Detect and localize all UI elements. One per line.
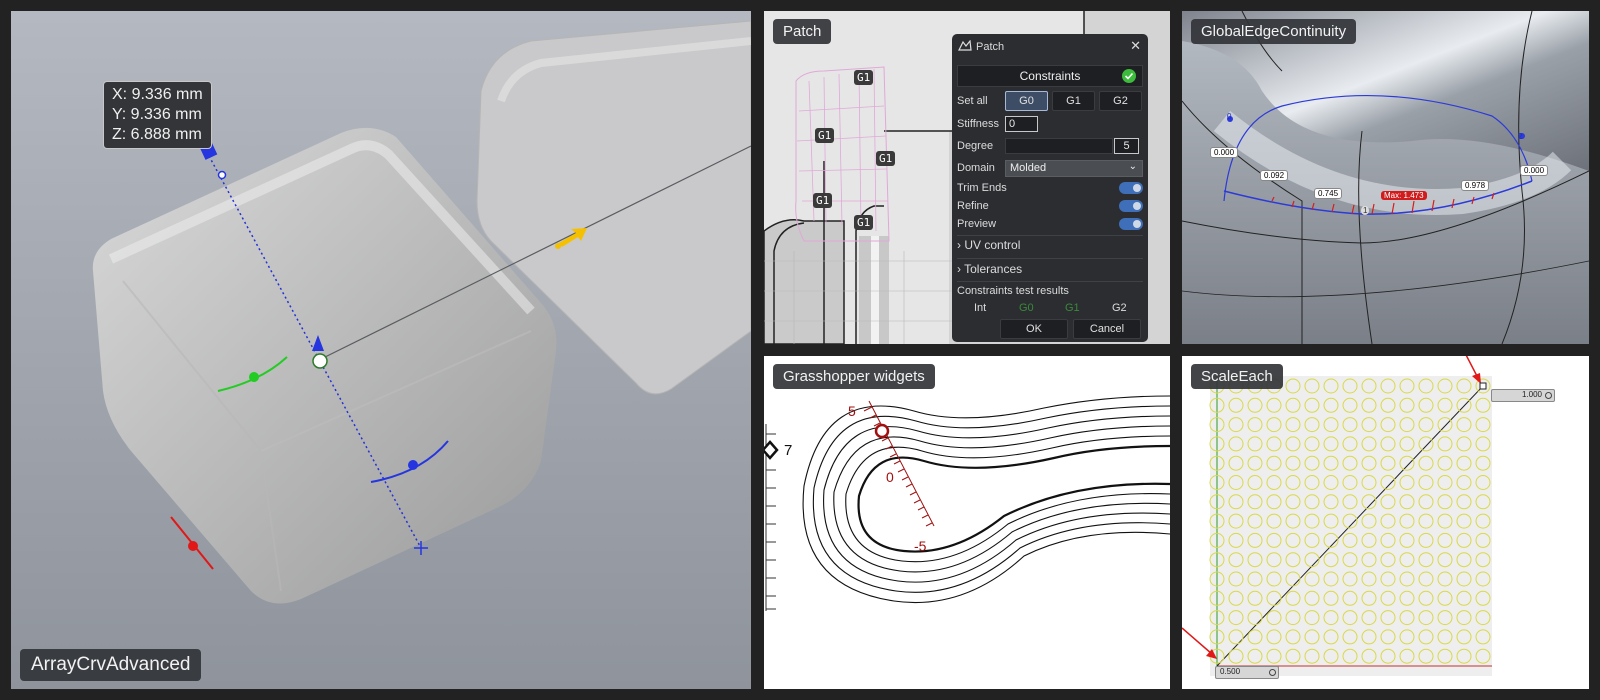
preview-toggle[interactable] [1119,218,1143,230]
ruler-label: -5 [914,538,927,554]
continuity-value: 0.092 [1260,170,1289,181]
coord-x: X: 9.336 mm [112,86,203,103]
gec-scene [1182,11,1589,344]
divider [957,235,1143,236]
scale-top-slider[interactable]: 1.000 [1491,389,1555,402]
constraints-label: Constraints [1019,69,1081,83]
array-crv-viewport[interactable]: X: 9.336 mm Y: 9.336 mm Z: 6.888 mm Arra… [11,11,751,689]
slider-knob-icon [1269,669,1276,676]
g1-tag[interactable]: G1 [876,151,896,166]
global-edge-continuity-viewport[interactable]: GlobalEdgeContinuity 0 1 2 0.000 0.092 0… [1182,11,1589,344]
g1-tag[interactable]: G1 [813,193,833,208]
grasshopper-widgets-viewport[interactable]: Grasshopper widgets 5 0 -5 7 [764,356,1170,689]
continuity-value: 0.000 [1210,147,1239,158]
divider [957,258,1143,259]
uv-control-expander[interactable]: › UV control [957,238,1020,252]
degree-field[interactable]: 5 [1114,138,1139,154]
domain-select[interactable]: Molded ⌄ [1005,160,1143,177]
chevron-down-icon: ⌄ [1128,161,1137,172]
result-g0: G0 [1019,302,1034,314]
end-marker: 0 [1227,112,1232,121]
set-all-g2-button[interactable]: G2 [1099,91,1142,111]
refine-label: Refine [957,200,989,212]
domain-value: Molded [1010,162,1047,174]
trim-ends-label: Trim Ends [957,182,1007,194]
continuity-value: 0.000 [1520,165,1549,176]
close-icon[interactable]: ✕ [1130,38,1141,54]
set-all-g0-button[interactable]: G0 [1005,91,1048,111]
scale-each-viewport[interactable]: ScaleEach 1.000 0.500 [1182,356,1589,689]
gh-scene [764,356,1170,689]
ruler-label: 5 [848,403,856,419]
uv-control-label: UV control [964,238,1021,252]
slider-knob-icon [1545,392,1552,399]
panel-title: GlobalEdgeContinuity [1191,19,1357,44]
g1-tag[interactable]: G1 [815,128,835,143]
red-slider-handle [874,423,890,439]
ruler-label: 0 [886,469,894,485]
center-handle [312,353,328,369]
panel-title: ArrayCrvAdvanced [20,649,202,681]
patch-viewport[interactable]: Patch G1 G1 G1 G1 G1 Patch ✕ Constraints… [764,11,1170,344]
continuity-value: 0.978 [1461,180,1490,191]
chevron-right-icon: › [957,262,961,276]
panel-title: Grasshopper widgets [773,364,935,389]
result-g2: G2 [1112,302,1127,314]
constraints-button[interactable]: Constraints [957,65,1143,87]
end-marker: 2 [1518,132,1523,141]
scale-bottom-slider[interactable]: 0.500 [1215,666,1279,679]
scale-bottom-value: 0.500 [1220,667,1241,676]
degree-label: Degree [957,140,994,152]
stiffness-label: Stiffness [957,118,999,130]
result-int: Int [974,302,987,314]
dialog-title: Patch [976,41,1005,53]
max-continuity-badge: Max: 1.473 [1381,191,1427,200]
chevron-right-icon: › [957,238,961,252]
refine-toggle[interactable] [1119,200,1143,212]
patch-dialog: Patch ✕ Constraints Set all G0 G1 G2 Sti… [952,34,1148,342]
panel-title: ScaleEach [1191,364,1283,389]
results-label: Constraints test results [957,285,1069,297]
check-icon [1122,69,1136,83]
scale-scene [1182,356,1589,689]
trim-ends-toggle[interactable] [1119,182,1143,194]
cancel-button[interactable]: Cancel [1073,319,1141,339]
set-all-g1-button[interactable]: G1 [1052,91,1095,111]
panel-title: Patch [773,19,832,44]
coord-z: Z: 6.888 mm [112,126,202,143]
slider-value: 7 [784,442,793,459]
divider [957,281,1143,282]
continuity-value: 0.745 [1314,188,1343,199]
patch-icon [958,40,972,51]
result-g1: G1 [1065,302,1080,314]
set-all-label: Set all [957,95,988,107]
g1-tag[interactable]: G1 [854,215,874,230]
scale-top-value: 1.000 [1521,390,1542,399]
coordinate-readout: X: 9.336 mm Y: 9.336 mm Z: 6.888 mm [103,81,212,149]
tolerances-expander[interactable]: › Tolerances [957,262,1022,276]
domain-label: Domain [957,162,995,174]
coord-y: Y: 9.336 mm [112,106,202,123]
preview-label: Preview [957,218,997,230]
tolerances-label: Tolerances [964,262,1023,276]
degree-slider[interactable] [1005,138,1113,154]
ok-button[interactable]: OK [1000,319,1068,339]
g1-tag[interactable]: G1 [854,70,874,85]
stiffness-field[interactable]: 0 [1005,116,1038,132]
